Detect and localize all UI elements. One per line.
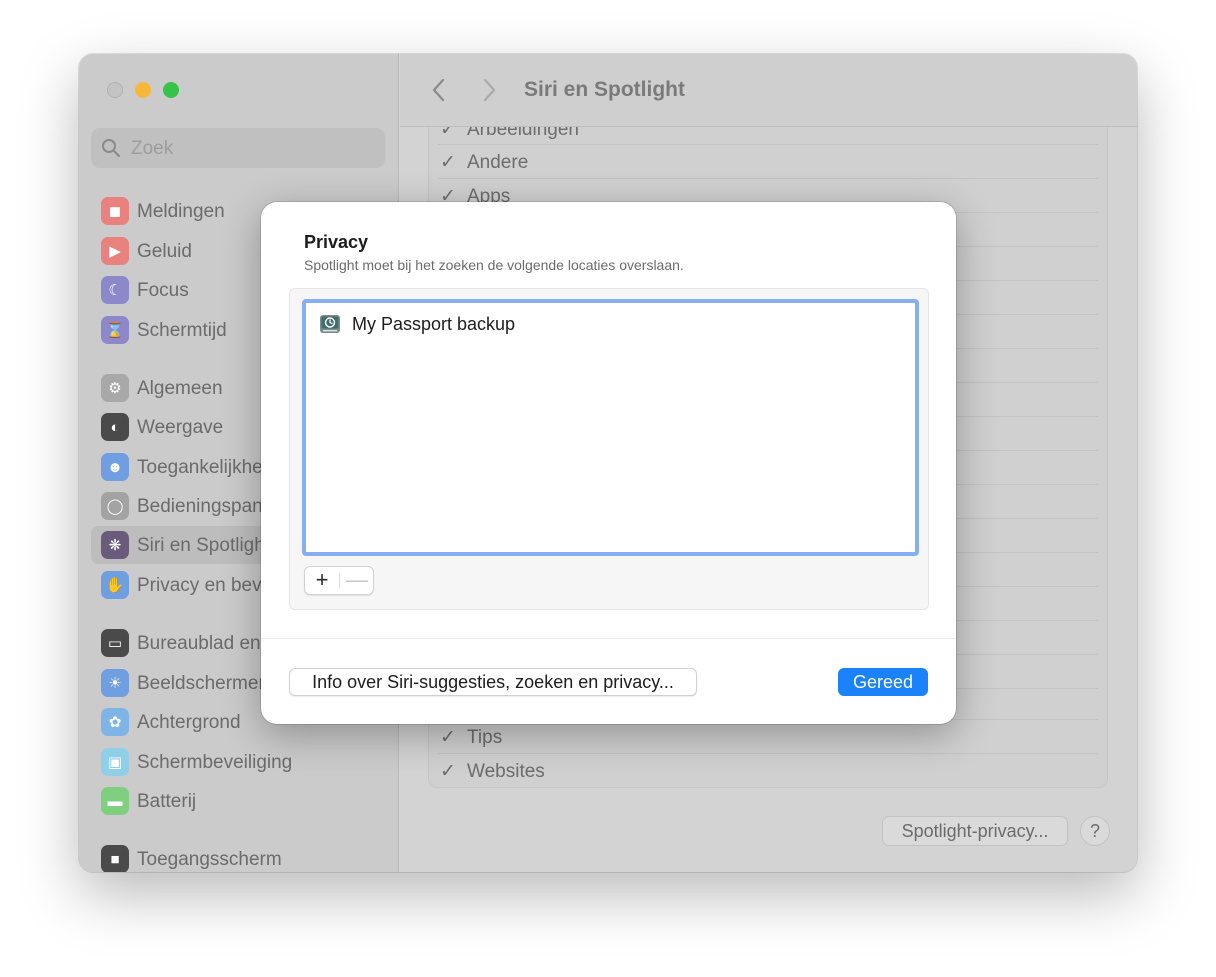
remove-button[interactable]: — (340, 567, 374, 594)
sidebar-item-label: Achtergrond (137, 712, 241, 733)
search-icon (102, 139, 120, 157)
siri-icon: ❋ (101, 531, 129, 559)
sidebar-item-label: Algemeen (137, 378, 223, 399)
row-divider (438, 178, 1098, 179)
appearance-icon: ◐ (101, 413, 129, 441)
checkmark-icon[interactable]: ✓ (440, 760, 458, 783)
excluded-locations-box: My Passport backup + — (289, 288, 929, 610)
gear-icon: ⚙ (101, 374, 129, 402)
help-button[interactable]: ? (1080, 816, 1110, 846)
moon-icon: ☾ (101, 276, 129, 304)
back-chevron-icon[interactable] (426, 76, 452, 104)
hourglass-icon: ⌛ (101, 316, 129, 344)
page-title: Siri en Spotlight (524, 78, 685, 101)
sidebar-item-label: Privacy en bev (137, 575, 262, 596)
sidebar-item-schermbeveiliging[interactable]: ▣ Schermbeveiliging (91, 743, 387, 781)
speaker-icon: ▶ (101, 237, 129, 265)
sidebar-item-label: Geluid (137, 241, 192, 262)
flower-icon: ✿ (101, 708, 129, 736)
sidebar-item-label: Bedieningspan (137, 496, 263, 517)
checkmark-icon[interactable]: ✓ (440, 726, 458, 749)
sheet-title: Privacy (304, 232, 369, 252)
privacy-sheet: Privacy Spotlight moet bij het zoeken de… (261, 202, 956, 724)
sun-icon: ☀ (101, 669, 129, 697)
sheet-divider (261, 638, 956, 639)
search-placeholder: Zoek (131, 138, 174, 159)
category-label: Tips (467, 727, 503, 748)
search-field[interactable]: Zoek (91, 128, 385, 168)
row-divider (438, 144, 1098, 145)
done-button[interactable]: Gereed (838, 668, 928, 696)
lock-icon: ■ (101, 845, 129, 872)
sidebar-item-label: Toegankelijkhe (137, 457, 263, 478)
sidebar-item-label: Focus (137, 280, 189, 301)
sidebar-item-label: Weergave (137, 417, 224, 438)
add-button[interactable]: + (305, 567, 339, 594)
sidebar-item-label: Schermbeveiliging (137, 752, 293, 773)
zoom-button[interactable] (163, 82, 179, 98)
spotlight-privacy-button[interactable]: Spotlight-privacy... (882, 816, 1068, 846)
sidebar-item-label: Toegangsscherm (137, 849, 282, 870)
sidebar-item-batterij[interactable]: ▬ Batterij (91, 782, 387, 820)
category-row[interactable]: ✓ Tips (440, 726, 502, 749)
category-label: Websites (467, 761, 545, 782)
add-remove-control: + — (304, 566, 374, 595)
minimize-button[interactable] (135, 82, 151, 98)
accessibility-icon: ☻ (101, 453, 129, 481)
excluded-locations-list[interactable]: My Passport backup (302, 299, 919, 556)
forward-chevron-icon[interactable] (476, 76, 502, 104)
checkmark-icon[interactable]: ✓ (440, 151, 458, 174)
bell-icon: ◼ (101, 197, 129, 225)
sidebar-item-label: Schermtijd (137, 320, 227, 341)
battery-icon: ▬ (101, 787, 129, 815)
info-siri-privacy-button[interactable]: Info over Siri-suggesties, zoeken en pri… (289, 668, 697, 696)
category-row[interactable]: ✓ Websites (440, 760, 545, 783)
list-item[interactable]: My Passport backup (318, 311, 515, 337)
sidebar-item-label: Bureaublad en (137, 633, 261, 654)
time-machine-drive-icon (320, 315, 340, 333)
toggles-icon: ◯ (101, 492, 129, 520)
screensaver-icon: ▣ (101, 748, 129, 776)
hand-icon: ✋ (101, 571, 129, 599)
sidebar-item-label: Meldingen (137, 201, 225, 222)
dock-icon: ▭ (101, 629, 129, 657)
sidebar-item-toegangsscherm[interactable]: ■ Toegangsscherm (91, 840, 387, 872)
sidebar-item-label: Beeldschermen (137, 673, 270, 694)
sidebar-item-label: Batterij (137, 791, 197, 812)
toolbar: Siri en Spotlight (400, 54, 1137, 127)
category-row[interactable]: ✓ Andere (440, 151, 528, 174)
close-button[interactable] (107, 82, 123, 98)
sidebar-item-label: Siri en Spotligh (137, 535, 265, 556)
list-item-label: My Passport backup (352, 313, 516, 334)
row-divider (438, 753, 1098, 754)
sheet-subtitle: Spotlight moet bij het zoeken de volgend… (304, 257, 684, 273)
category-label: Andere (467, 152, 529, 173)
